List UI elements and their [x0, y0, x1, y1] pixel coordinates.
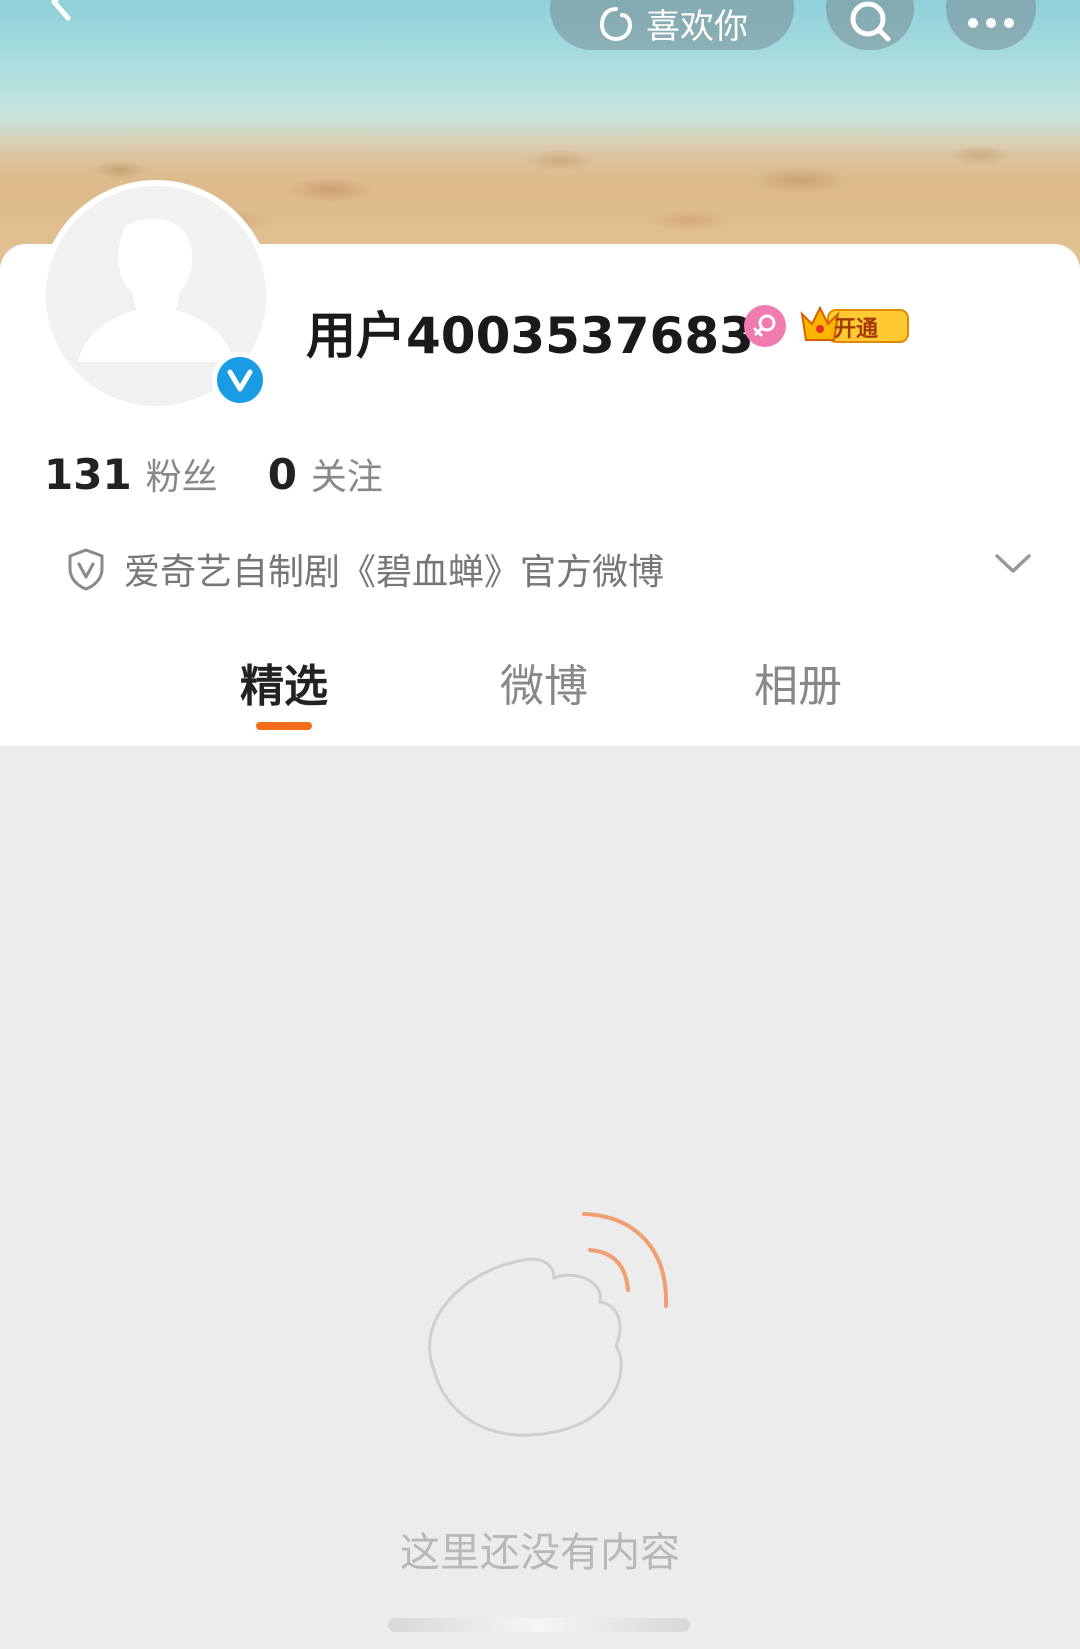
like-label: 喜欢你: [646, 6, 748, 47]
like-button[interactable]: 喜欢你: [550, 0, 794, 50]
profile-description[interactable]: 爱奇艺自制剧《碧血蝉》官方微博: [66, 544, 664, 594]
followers-count[interactable]: 131: [44, 450, 132, 499]
verified-v-icon: [227, 369, 253, 392]
empty-state-message: 这里还没有内容: [400, 1530, 680, 1576]
like-icon: [599, 7, 633, 42]
following-label[interactable]: 关注: [311, 448, 383, 500]
search-icon: [850, 1, 891, 42]
following-count[interactable]: 0: [268, 450, 297, 499]
chevron-down-icon: [995, 554, 1031, 573]
followers-label[interactable]: 粉丝: [146, 448, 218, 500]
tab-featured[interactable]: 精选: [194, 650, 374, 714]
username: 用户4003537683: [306, 307, 754, 365]
expand-button[interactable]: [994, 552, 1032, 580]
verified-badge: [212, 352, 268, 408]
stats-row: 131 粉丝 0 关注: [44, 448, 433, 502]
vip-label: 开通: [834, 317, 879, 342]
shield-icon: [68, 548, 104, 591]
weibo-logo-icon: [428, 1212, 669, 1437]
tab-album[interactable]: 相册: [708, 650, 888, 714]
empty-weibo-illustration: [404, 1210, 694, 1454]
tab-weibo[interactable]: 微博: [454, 650, 634, 714]
home-indicator[interactable]: [388, 1618, 690, 1632]
active-tab-indicator: [256, 722, 312, 730]
back-button[interactable]: [40, 0, 80, 40]
female-gender-icon: [744, 305, 786, 347]
description-text: 爱奇艺自制剧《碧血蝉》官方微博: [124, 552, 665, 593]
back-icon: [51, 0, 71, 21]
more-icon: [968, 18, 1014, 28]
tab-bar: 精选 微博 相册: [0, 650, 1080, 746]
